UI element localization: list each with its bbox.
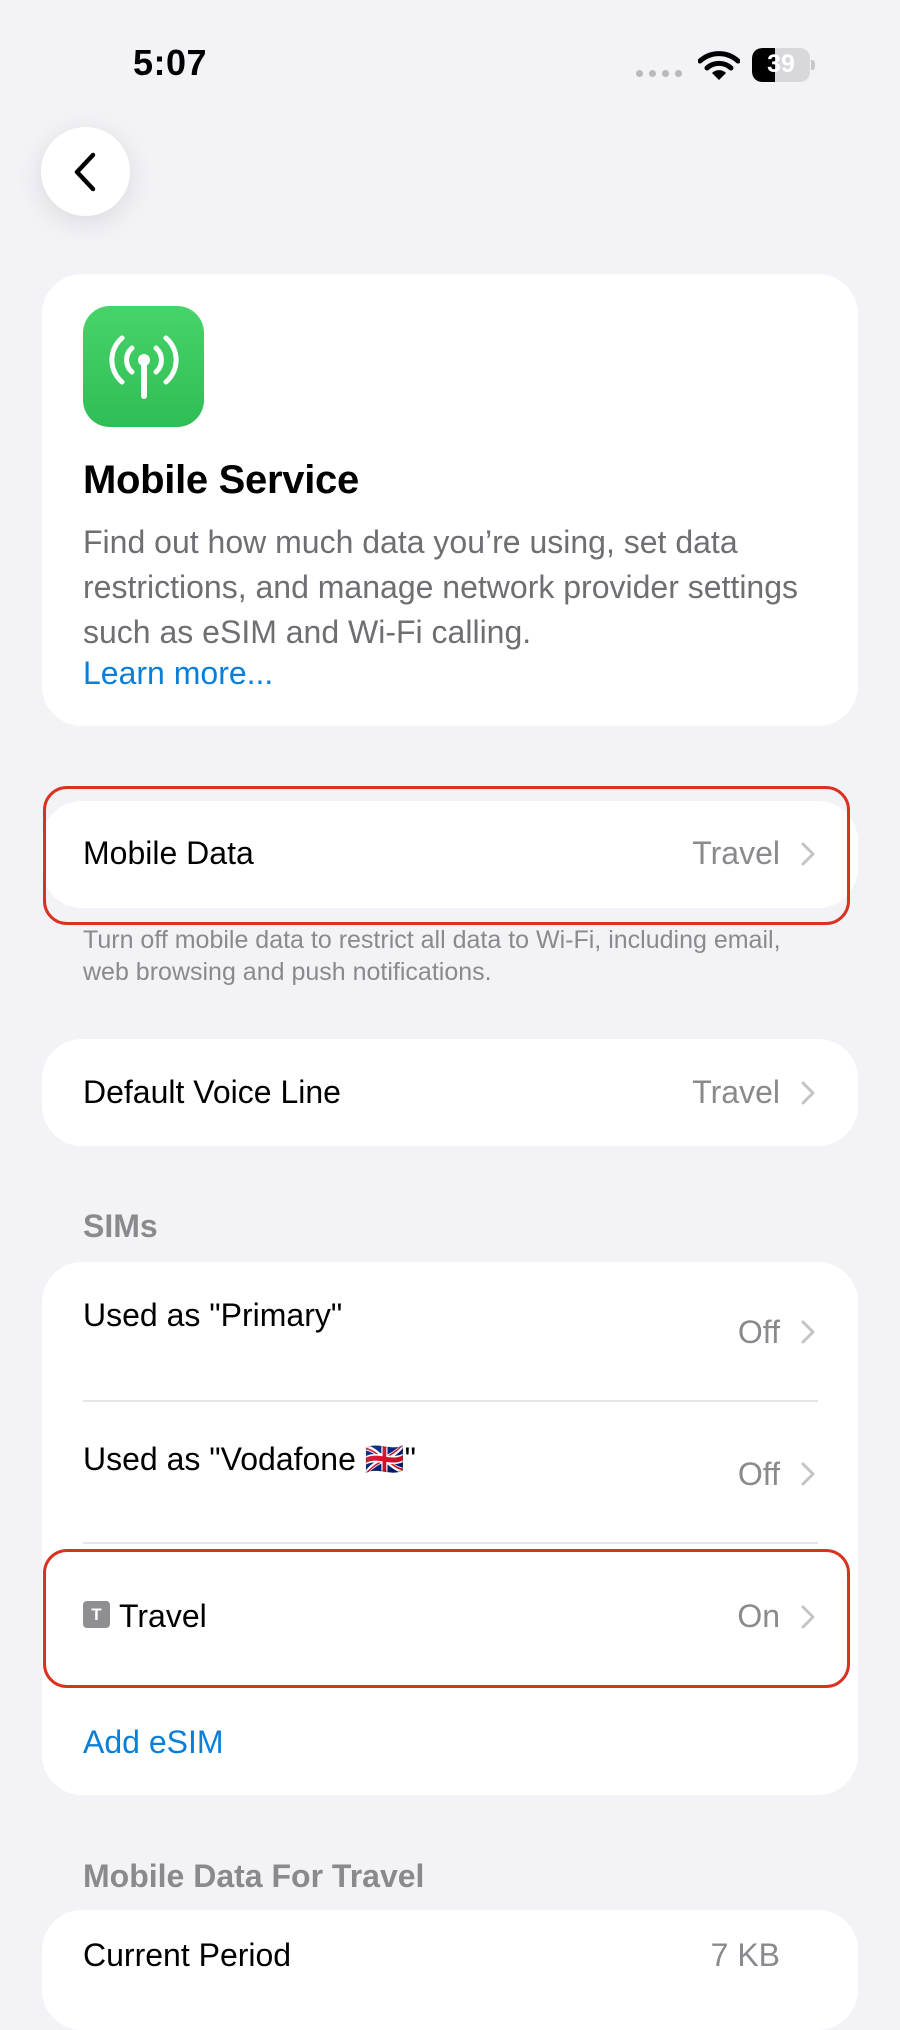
cellular-signal-icon <box>636 70 682 77</box>
status-time: 5:07 <box>133 42 208 83</box>
sim-primary-label[interactable]: Used as "Primary" <box>83 1297 342 1334</box>
divider <box>83 1400 818 1402</box>
current-period-value: 7 KB <box>710 1937 780 1973</box>
page-title: Mobile Service <box>83 458 359 502</box>
back-button[interactable] <box>41 127 130 216</box>
sims-card <box>42 1262 858 1795</box>
divider <box>83 1542 818 1544</box>
chevron-right-icon <box>801 1462 815 1486</box>
sim-vodafone-value: Off <box>737 1456 780 1492</box>
sim-vodafone-label[interactable]: Used as "Vodafone 🇬🇧" <box>83 1440 416 1478</box>
wifi-icon <box>698 51 740 80</box>
mobile-data-for-travel-header: Mobile Data For Travel <box>83 1858 425 1894</box>
chevron-right-icon <box>801 1320 815 1344</box>
page-description: Find out how much data you’re using, set… <box>83 524 799 650</box>
chevron-right-icon <box>801 1081 815 1105</box>
antenna-icon <box>83 306 204 427</box>
battery-level: 39 <box>767 50 795 78</box>
mobile-data-footer: Turn off mobile data to restrict all dat… <box>83 926 781 986</box>
chevron-left-icon <box>74 152 95 191</box>
current-period-label: Current Period <box>83 1937 292 1973</box>
travel-sim-highlight <box>43 1549 850 1688</box>
learn-more-link[interactable]: Learn more... <box>83 655 273 692</box>
battery-icon: 39 <box>752 48 816 82</box>
add-esim-button[interactable]: Add eSIM <box>83 1724 224 1761</box>
default-voice-line-label: Default Voice Line <box>83 1074 341 1110</box>
default-voice-line-value: Travel <box>692 1074 780 1110</box>
sims-section-header: SIMs <box>83 1208 158 1244</box>
sim-primary-value: Off <box>737 1314 780 1350</box>
mobile-data-highlight <box>43 786 850 925</box>
